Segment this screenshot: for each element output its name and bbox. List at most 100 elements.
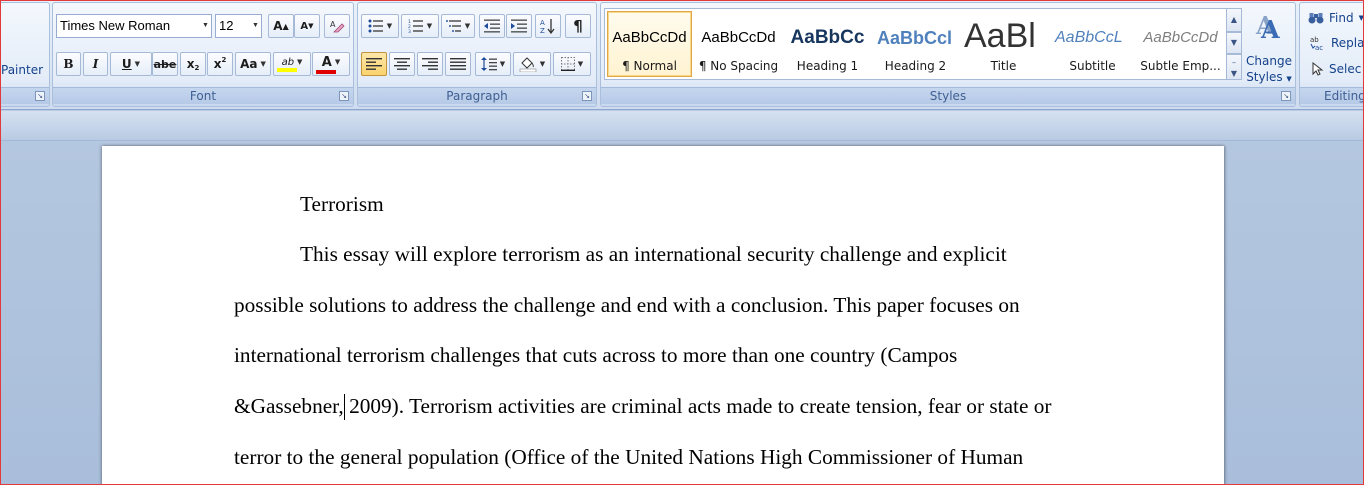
shrink-arrow-icon: ▼	[308, 22, 314, 30]
style-normal[interactable]: AaBbCcDd ¶ Normal	[607, 11, 692, 77]
styles-scroll-down-button[interactable]: ▼	[1226, 32, 1242, 54]
styles-scroll-up-button[interactable]: ▲	[1226, 8, 1242, 32]
style-heading-2[interactable]: AaBbCcl Heading 2	[873, 11, 958, 77]
style-subtitle[interactable]: AaBbCcL Subtitle	[1050, 11, 1135, 77]
numbering-icon: 123	[408, 19, 423, 33]
numbering-dropdown-icon[interactable]: ▼	[427, 22, 432, 30]
style-subtle-emphasis-name: Subtle Emp...	[1140, 59, 1221, 73]
bullets-dropdown-icon[interactable]: ▼	[387, 22, 392, 30]
font-dialog-launcher-icon[interactable]: ↘	[339, 91, 349, 101]
align-center-button[interactable]	[389, 52, 415, 76]
highlight-label: ab	[281, 56, 295, 68]
clear-formatting-icon: A	[330, 20, 345, 33]
ribbon: Painter ↘ Font ↘ Times New Roman ▼ 12 ▼ …	[0, 0, 1364, 110]
paragraph-dialog-launcher-icon[interactable]: ↘	[582, 91, 592, 101]
document-line-1[interactable]: This essay will explore terrorism as an …	[300, 241, 1007, 267]
select-button[interactable]: Selec	[1312, 60, 1361, 78]
svg-text:A: A	[1260, 15, 1280, 42]
replace-button[interactable]: ab ac Repla	[1310, 34, 1364, 52]
document-line-2[interactable]: possible solutions to address the challe…	[234, 292, 1020, 318]
clipboard-dialog-launcher-icon[interactable]: ↘	[35, 91, 45, 101]
numbering-button[interactable]: 123 ▼	[401, 14, 439, 38]
superscript-button[interactable]: x2	[207, 52, 233, 76]
justify-button[interactable]	[445, 52, 471, 76]
font-size-combobox[interactable]: 12 ▼	[215, 14, 262, 38]
binoculars-icon	[1308, 13, 1324, 24]
multilevel-list-dropdown-icon[interactable]: ▼	[465, 22, 470, 30]
font-name-dropdown-icon[interactable]: ▼	[200, 15, 211, 37]
italic-label: I	[92, 57, 99, 71]
font-color-dropdown-icon[interactable]: ▼	[335, 58, 340, 66]
document-line-4[interactable]: &Gassebner, 2009). Terrorism activities …	[234, 393, 1051, 419]
shading-dropdown-icon[interactable]: ▼	[540, 60, 545, 68]
change-case-button[interactable]: Aa ▼	[235, 52, 271, 76]
shading-button[interactable]: ▼	[513, 52, 551, 76]
multilevel-list-button[interactable]: ▼	[441, 14, 475, 38]
change-styles-label-1: Change	[1246, 54, 1292, 68]
style-no-spacing-preview: AaBbCcDd	[701, 29, 776, 46]
style-heading-1-preview: AaBbCc	[790, 27, 865, 48]
borders-button[interactable]: ▼	[553, 52, 591, 76]
find-dropdown-icon[interactable]: ▼	[1359, 14, 1364, 22]
bold-label: B	[63, 57, 74, 71]
styles-dialog-launcher-icon[interactable]: ↘	[1281, 91, 1291, 101]
strikethrough-button[interactable]: abe	[152, 52, 178, 76]
sort-icon: AZ	[540, 19, 555, 34]
change-case-dropdown-icon[interactable]: ▼	[261, 60, 266, 68]
decrease-indent-icon	[484, 19, 500, 33]
font-group-label: Font	[53, 87, 353, 104]
replace-icon: abac	[1310, 36, 1323, 51]
style-title[interactable]: AaBl Title	[961, 11, 1046, 77]
sort-button[interactable]: AZ	[535, 14, 561, 38]
align-left-icon	[366, 58, 382, 70]
increase-indent-button[interactable]	[506, 14, 532, 38]
highlight-dropdown-icon[interactable]: ▼	[297, 58, 302, 66]
font-color-swatch	[316, 69, 336, 74]
shading-bucket-icon	[519, 57, 537, 72]
line-spacing-button[interactable]: ▼	[475, 52, 511, 76]
font-color-label: A	[321, 54, 332, 70]
bullets-button[interactable]: ▼	[361, 14, 399, 38]
clear-formatting-button[interactable]: A	[324, 14, 350, 38]
style-heading-2-preview: AaBbCcl	[877, 28, 953, 48]
style-subtle-emphasis[interactable]: AaBbCcDd Subtle Emp...	[1138, 11, 1223, 77]
style-normal-name: ¶ Normal	[622, 59, 677, 73]
svg-text:3: 3	[408, 29, 411, 33]
document-line-5[interactable]: terror to the general population (Office…	[234, 444, 1023, 470]
change-styles-icon: A A	[1255, 11, 1280, 44]
text-highlight-button[interactable]: ab ▼	[273, 52, 311, 76]
bullets-icon	[368, 19, 383, 33]
format-painter-button[interactable]: Painter	[1, 63, 43, 77]
justify-icon	[450, 58, 466, 70]
find-button[interactable]: Find ▼	[1308, 9, 1364, 27]
style-heading-1[interactable]: AaBbCc Heading 1	[785, 11, 870, 77]
align-right-button[interactable]	[417, 52, 443, 76]
shrink-font-button[interactable]: A ▼	[294, 14, 320, 38]
grow-font-button[interactable]: A ▲	[268, 14, 294, 38]
font-size-value: 12	[219, 18, 234, 33]
show-formatting-marks-button[interactable]: ¶	[565, 14, 591, 38]
document-line-3[interactable]: international terrorism challenges that …	[234, 342, 957, 368]
grow-arrow-icon: ▲	[282, 21, 289, 31]
subscript-button[interactable]: x2	[180, 52, 206, 76]
line-spacing-dropdown-icon[interactable]: ▼	[500, 60, 505, 68]
underline-button[interactable]: U ▼	[110, 52, 152, 76]
underline-dropdown-icon[interactable]: ▼	[135, 60, 140, 68]
document-title[interactable]: Terrorism	[300, 191, 384, 217]
borders-dropdown-icon[interactable]: ▼	[578, 60, 583, 68]
italic-button[interactable]: I	[83, 52, 108, 76]
font-name-combobox[interactable]: Times New Roman ▼	[56, 14, 212, 38]
subscript-marker-icon: 2	[194, 64, 200, 72]
change-styles-button[interactable]: A A Change Styles ▼	[1244, 8, 1294, 86]
decrease-indent-button[interactable]	[479, 14, 505, 38]
align-left-button[interactable]	[361, 52, 387, 76]
bold-button[interactable]: B	[56, 52, 81, 76]
style-title-name: Title	[990, 59, 1017, 73]
font-name-value: Times New Roman	[60, 18, 171, 33]
paragraph-group-label: Paragraph	[358, 87, 596, 104]
font-size-dropdown-icon[interactable]: ▼	[250, 15, 261, 37]
align-right-icon	[422, 58, 438, 70]
font-color-button[interactable]: A ▼	[312, 52, 350, 76]
styles-more-button[interactable]: – ▼	[1226, 54, 1242, 80]
style-no-spacing[interactable]: AaBbCcDd ¶ No Spacing	[696, 11, 781, 77]
